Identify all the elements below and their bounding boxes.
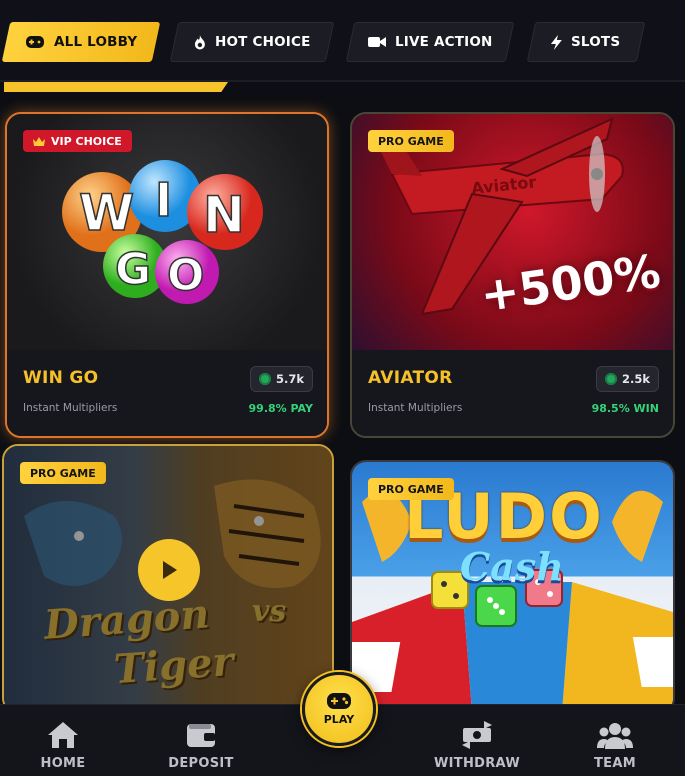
game-card-ludo-cash[interactable]: LUDO Cash PRO GAME	[350, 460, 675, 714]
wallet-icon	[187, 724, 215, 747]
active-tab-indicator	[4, 82, 228, 92]
tab-slots[interactable]: SLOTS	[526, 22, 646, 62]
tab-label: LIVE ACTION	[394, 34, 493, 50]
pro-game-badge: PRO GAME	[20, 462, 106, 484]
nav-team[interactable]: TEAM	[560, 721, 670, 771]
game-subtitle: Instant Multipliers	[23, 402, 118, 414]
gamepad-icon	[327, 693, 351, 709]
tab-live-action[interactable]: LIVE ACTION	[345, 22, 515, 62]
nav-label: HOME	[40, 756, 86, 771]
pro-game-badge: PRO GAME	[368, 478, 454, 500]
online-dot-icon	[604, 373, 617, 385]
vip-choice-badge: VIP CHOICE	[23, 130, 132, 152]
tab-hot-choice[interactable]: HOT CHOICE	[169, 22, 335, 62]
play-icon	[163, 561, 177, 579]
game-info: AVIATOR Instant Multipliers 2.5k 98.5% W…	[352, 350, 673, 436]
svg-text:N: N	[203, 186, 245, 244]
play-video-button[interactable]	[138, 539, 200, 601]
nav-withdraw[interactable]: WITHDRAW	[422, 721, 532, 771]
badge-label: VIP CHOICE	[51, 134, 122, 148]
svg-text:I: I	[155, 173, 172, 227]
nav-label: TEAM	[594, 756, 636, 771]
team-icon	[597, 723, 633, 749]
svg-text:G: G	[115, 244, 151, 295]
tab-all-lobby[interactable]: ALL LOBBY	[1, 22, 161, 62]
flame-icon	[194, 34, 205, 49]
player-count-value: 5.7k	[275, 372, 304, 386]
nav-label: WITHDRAW	[434, 756, 520, 771]
svg-text:W: W	[79, 184, 134, 242]
video-camera-icon	[367, 37, 386, 47]
game-title: AVIATOR	[368, 368, 453, 388]
home-icon	[48, 722, 78, 748]
nav-deposit[interactable]: DEPOSIT	[146, 721, 256, 771]
game-title: WIN GO	[23, 368, 99, 388]
play-label: PLAY	[323, 713, 355, 726]
pro-game-badge: PRO GAME	[368, 130, 454, 152]
payout-rate: 99.8% PAY	[248, 402, 313, 415]
tab-label: HOT CHOICE	[214, 34, 311, 50]
nav-label: DEPOSIT	[168, 756, 234, 771]
game-card-dragon-tiger[interactable]: Dragon vs Tiger PRO GAME	[2, 444, 334, 714]
win-rate: 98.5% WIN	[591, 402, 659, 415]
badge-label: PRO GAME	[30, 466, 96, 480]
svg-text:O: O	[167, 250, 204, 301]
nav-home[interactable]: HOME	[8, 721, 118, 771]
badge-label: PRO GAME	[378, 134, 444, 148]
game-subtitle: Instant Multipliers	[368, 402, 463, 414]
badge-label: PRO GAME	[378, 482, 444, 496]
tab-label: SLOTS	[571, 34, 621, 50]
game-info: WIN GO Instant Multipliers 5.7k 99.8% PA…	[7, 350, 327, 436]
player-count: 5.7k	[249, 366, 313, 392]
tabs-divider	[0, 80, 685, 82]
gamepad-icon	[25, 36, 44, 48]
play-button[interactable]: PLAY	[302, 672, 376, 746]
player-count-value: 2.5k	[621, 372, 650, 386]
tab-label: ALL LOBBY	[53, 34, 138, 50]
online-dot-icon	[258, 373, 271, 385]
game-card-aviator[interactable]: Aviator +500% PRO GAME AVIATOR Instant M…	[350, 112, 675, 438]
category-tabs: ALL LOBBY HOT CHOICE LIVE ACTION SLOTS	[0, 0, 685, 82]
art-title-cash: Cash	[460, 544, 564, 589]
game-card-win-go[interactable]: W I N G O VIP CHOICE WIN GO Instant Mult…	[5, 112, 329, 438]
money-transfer-icon	[462, 721, 492, 749]
lightning-icon	[551, 34, 563, 50]
player-count: 2.5k	[595, 366, 659, 392]
crown-icon	[33, 136, 45, 146]
